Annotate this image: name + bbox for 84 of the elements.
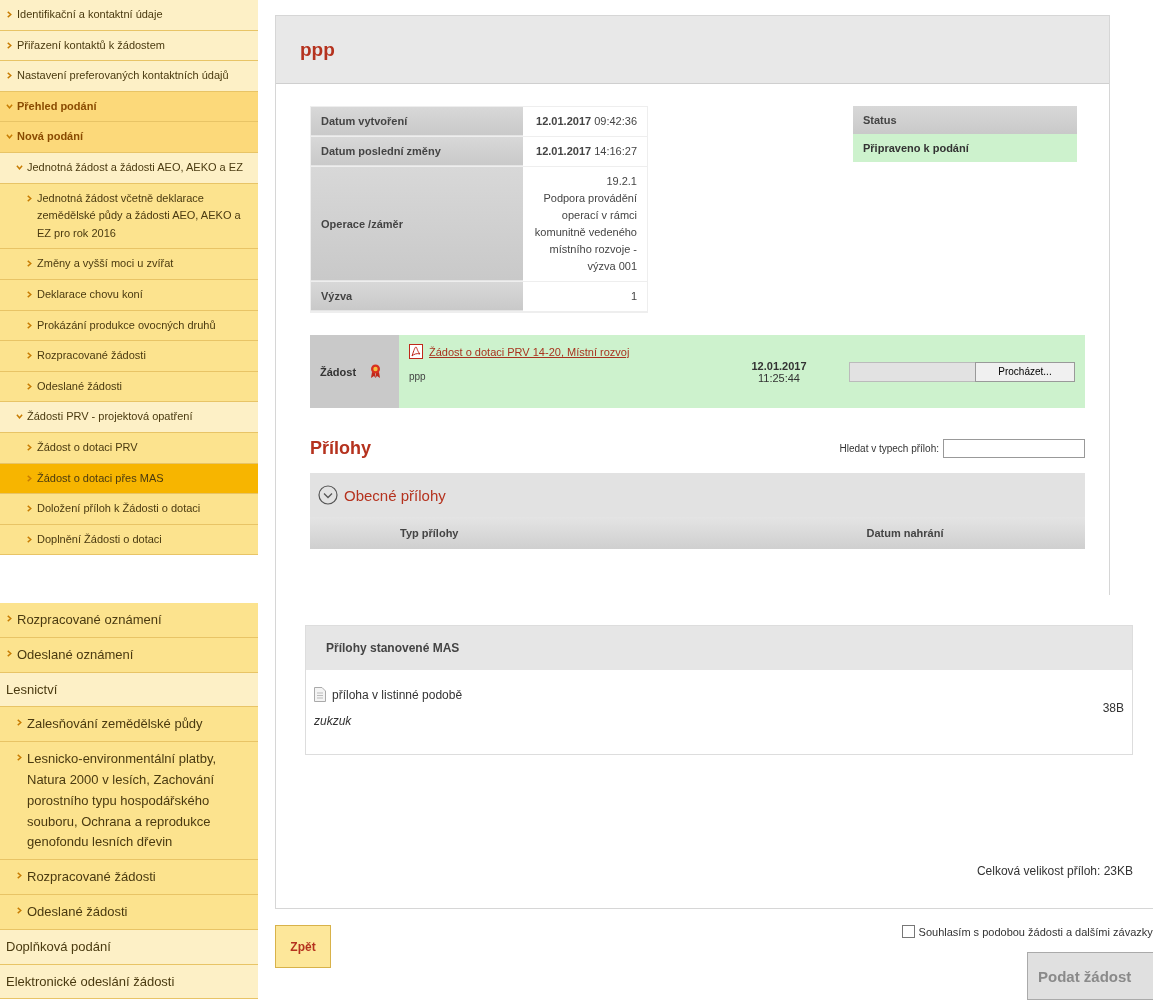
chevron-right-icon [16, 872, 23, 880]
info-value: 19.2.1 [605, 174, 637, 190]
application-label: Žádost [320, 365, 357, 378]
info-label: Datum poslední změny [311, 137, 523, 167]
chevron-right-icon [26, 290, 33, 298]
sidebar-item[interactable]: Odeslané žádosti [0, 894, 258, 930]
sidebar-item[interactable]: Zalesňování zemědělské půdy [0, 707, 258, 743]
chevron-right-icon [6, 649, 13, 657]
sidebar-item[interactable]: Rozpracované žádosti [0, 341, 258, 372]
sidebar-item[interactable]: Nastavení preferovaných kontaktních údajů [0, 61, 258, 92]
sidebar-item[interactable]: Nová podání [0, 122, 258, 153]
attachments-heading: Přílohy [310, 438, 371, 460]
attachment-size: 38B [1102, 700, 1124, 715]
section-title: Obecné přílohy [344, 486, 446, 504]
back-button[interactable]: Zpět [275, 925, 331, 968]
chevron-right-icon [26, 194, 33, 202]
sidebar-item[interactable]: Lesnictví [0, 672, 258, 708]
info-value: 12.01.2017 14:16:27 [535, 144, 637, 160]
browse-button[interactable]: Procházet... [975, 361, 1075, 382]
attachment-note: zukzuk [314, 714, 353, 728]
group-title: Přílohy stanovené MAS [306, 626, 1132, 670]
checkbox[interactable] [901, 925, 915, 938]
total-size: Celková velikost příloh: 23KB [975, 864, 1133, 878]
chevron-right-icon [26, 321, 33, 329]
chevron-right-icon [6, 41, 13, 49]
info-value: 1 [629, 289, 637, 305]
info-value: 12.01.2017 09:42:36 [535, 114, 637, 129]
chevron-right-icon [26, 352, 33, 360]
sidebar-item[interactable]: Rozpracované žádosti [0, 860, 258, 895]
chevron-right-icon [6, 72, 13, 80]
chevron-right-icon [16, 719, 23, 727]
sidebar-item[interactable]: Rozpracované oznámení [0, 603, 258, 638]
document-icon [314, 687, 326, 702]
award-ribbon-icon [370, 364, 382, 380]
application-time: 11:25:44 [758, 371, 800, 384]
chevron-down-icon [6, 133, 13, 141]
sidebar-item[interactable]: Změny a vyšší moci u zvířat [0, 249, 258, 280]
sidebar-item[interactable]: Odeslané oznámení [0, 637, 258, 673]
attachment-name: příloha v listinné podobě [332, 687, 463, 702]
sidebar-item[interactable]: Odeslané žádosti [0, 371, 258, 403]
chevron-right-icon [26, 443, 33, 451]
chevron-right-icon [26, 260, 33, 268]
chevron-down-icon [6, 102, 13, 110]
column-header: Typ přílohy [399, 527, 460, 540]
sidebar-item[interactable]: Žádosti PRV - projektová opatření [0, 402, 258, 433]
pdf-file-icon [409, 344, 423, 360]
sidebar-item[interactable]: Přiřazení kontaktů k žádostem [0, 30, 258, 62]
search-field[interactable] [943, 439, 1085, 459]
chevron-right-icon [16, 754, 23, 762]
chevron-down-icon [16, 163, 23, 171]
chevron-down-icon [16, 413, 23, 421]
application-date: 12.01.2017 [751, 359, 807, 372]
sidebar-item[interactable]: Lesnicko-environmentální platby, Natura 2000 v lesích, Zachování porostního typu hospodářského souboru, Ochrana a reprodukce genofondu lesních dřevin [0, 742, 258, 861]
chevron-circle-icon[interactable] [318, 485, 338, 506]
info-value: Podpora provádění operací v rámci komunitně vedeného místního rozvoje - výzva 001 [533, 191, 637, 275]
chevron-right-icon [16, 906, 23, 914]
chevron-right-icon [26, 382, 33, 390]
sidebar-item[interactable]: Deklarace chovu koní [0, 279, 258, 311]
sidebar-item[interactable]: Přehled podání [0, 91, 258, 123]
chevron-right-icon [26, 505, 33, 513]
sidebar-item[interactable]: Jednotná žádost a žádosti AEO, AEKO a EZ [0, 152, 258, 184]
sidebar-item[interactable]: Doložení příloh k Žádosti o dotaci [0, 494, 258, 525]
status-header: Status [853, 106, 1077, 134]
sidebar-item[interactable]: Prokázání produkce ovocných druhů [0, 310, 258, 342]
info-label: Výzva [311, 282, 523, 312]
chevron-right-icon [6, 615, 13, 622]
sidebar-item[interactable]: Jednotná žádost včetně deklarace zemědělské půdy a žádosti AEO, AEKO a EZ pro rok 2016 [0, 183, 258, 250]
application-note: ppp [409, 371, 427, 383]
column-header: Datum nahrání [865, 527, 945, 540]
sidebar-item[interactable]: Žádost o dotaci PRV [0, 432, 258, 464]
status-value: Připraveno k podání [853, 134, 1077, 162]
search-label: Hledat v typech příloh: [839, 443, 939, 455]
sidebar-item[interactable]: Doplnění Žádosti o dotaci [0, 524, 258, 556]
chevron-right-icon [26, 535, 33, 543]
chevron-right-icon [6, 11, 13, 18]
sidebar-item[interactable]: Doplňková podání [0, 929, 258, 965]
chevron-right-icon [26, 474, 33, 482]
info-label: Operace /záměr [311, 167, 523, 282]
sidebar-item[interactable]: Žádost o dotaci přes MAS [0, 463, 258, 495]
info-label: Datum vytvoření [311, 107, 523, 137]
page-title: ppp [300, 38, 335, 61]
document-link[interactable]: Žádost o dotaci PRV 14-20, Místní rozvoj [429, 345, 630, 358]
sidebar-item[interactable]: Elektronické odeslání žádosti [0, 964, 258, 1000]
sidebar-item[interactable]: Identifikační a kontaktní údaje [0, 0, 258, 31]
